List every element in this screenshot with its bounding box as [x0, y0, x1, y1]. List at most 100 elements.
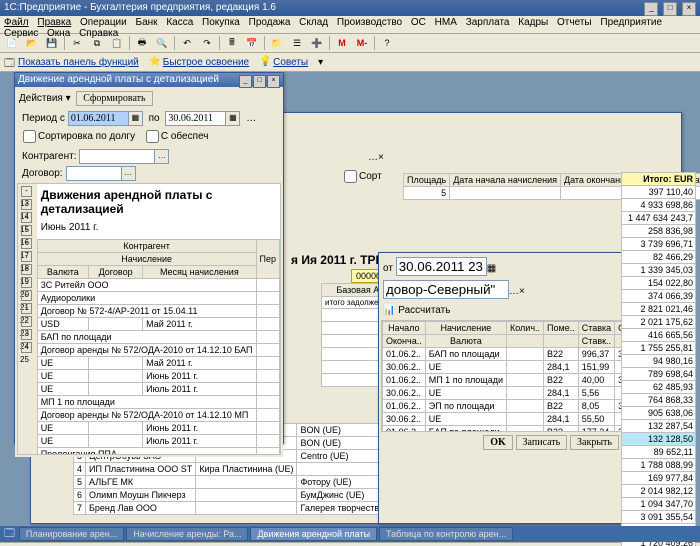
chevron-down-icon[interactable]: ▾ — [66, 93, 71, 104]
calc-row[interactable]: 30.06.2..UE284,15,56 — [383, 387, 623, 400]
calendar-icon[interactable]: 📅 — [243, 34, 261, 52]
report-row[interactable]: UEИюль 2011 г. — [37, 383, 279, 396]
tree-toggle-icon[interactable]: - — [21, 329, 32, 340]
menu-os[interactable]: ОС — [411, 17, 426, 28]
report-grid[interactable]: КонтрагентПер Начисление ВалютаДоговорМе… — [37, 239, 280, 455]
tree-toggle-icon[interactable]: - — [21, 199, 32, 210]
max-icon[interactable]: □ — [253, 75, 266, 88]
secured-checkbox[interactable] — [146, 130, 159, 143]
form-button[interactable]: Сформировать — [76, 91, 152, 106]
help-icon[interactable]: ? — [378, 34, 396, 52]
report-row[interactable]: 3С Ритейл ООО — [37, 279, 279, 292]
save-icon[interactable]: 💾 — [43, 34, 61, 52]
minimize-icon[interactable]: _ — [644, 2, 658, 16]
tree-toggle-icon[interactable]: - — [21, 316, 32, 327]
calc-row[interactable]: 01.06.2..МП 1 по площадиB2240,0030 — [383, 374, 623, 387]
list-icon[interactable]: ☰ — [288, 34, 306, 52]
period-from-input[interactable] — [68, 111, 129, 126]
tab-move[interactable]: Движения арендной платы — [250, 527, 377, 541]
menu-prod[interactable]: Производство — [337, 17, 402, 28]
find-icon[interactable]: 🔍 — [153, 34, 171, 52]
col-start[interactable]: Дата начала начисления — [450, 174, 561, 187]
report-row[interactable]: Договор аренды № 572/ОДА-2010 от 14.12.1… — [37, 344, 279, 357]
menu-sell[interactable]: Продажа — [249, 17, 291, 28]
clear-icon[interactable]: × — [519, 286, 525, 297]
tree-toggle-icon[interactable]: - — [21, 290, 32, 301]
report-row[interactable]: UEИюль 2011 г. — [37, 435, 279, 448]
copy-icon[interactable]: ⧉ — [88, 34, 106, 52]
date-picker-icon[interactable]: ▦ — [128, 111, 143, 126]
close-icon[interactable]: × — [267, 75, 280, 88]
show-panel-link[interactable]: Показать панель функций — [18, 57, 139, 68]
close-small-icon[interactable]: …× — [368, 152, 384, 163]
report-row[interactable]: UEМай 2011 г. — [37, 357, 279, 370]
menu-salary[interactable]: Зарплата — [466, 17, 510, 28]
dogovor-input[interactable] — [66, 166, 122, 181]
mm-icon[interactable]: М- — [353, 34, 371, 52]
print-icon[interactable]: 🖶 — [133, 34, 151, 52]
desktop-icon[interactable]: 🗔 — [4, 526, 15, 543]
report-row[interactable]: UEИюнь 2011 г. — [37, 370, 279, 383]
ok-button[interactable]: OK — [483, 435, 513, 450]
report-row[interactable]: Аудиоролики — [37, 292, 279, 305]
select-icon[interactable]: … — [121, 166, 136, 181]
tree-toggle-icon[interactable]: - — [21, 303, 32, 314]
tree-toggle-icon[interactable]: - — [21, 264, 32, 275]
contragent-input[interactable] — [79, 149, 155, 164]
report-row[interactable]: USDМай 2011 г. — [37, 318, 279, 331]
menu-bank[interactable]: Банк — [136, 17, 158, 28]
col-area[interactable]: Площадь — [404, 174, 450, 187]
quick-link[interactable]: Быстрое освоение — [163, 57, 249, 68]
report-row[interactable]: Договор аренды № 572/ОДА-2010 от 14.12.1… — [37, 409, 279, 422]
calc-row[interactable]: 30.06.2..UE284,155,50 — [383, 413, 623, 426]
calc-row[interactable]: 01.06.2..БАП по площадиB22996,3730 — [383, 348, 623, 361]
tips-dropdown-icon[interactable]: ▾ — [318, 57, 323, 68]
report-row[interactable]: Пролонгация ППА — [37, 448, 279, 456]
calc-row[interactable]: 01.06.2..ЭП по площадиB228,0530 — [383, 400, 623, 413]
open-icon[interactable]: 📂 — [23, 34, 41, 52]
select-icon[interactable]: … — [509, 286, 519, 297]
menubar[interactable]: Файл Правка Операции Банк Касса Покупка … — [0, 16, 700, 34]
calc-link[interactable]: Рассчитать — [398, 305, 450, 316]
tree-toggle-icon[interactable]: - — [21, 277, 32, 288]
menu-edit[interactable]: Правка — [37, 17, 71, 28]
tree-toggle-icon[interactable]: - — [21, 212, 32, 223]
period-select-icon[interactable]: … — [246, 113, 256, 124]
menu-buy[interactable]: Покупка — [202, 17, 240, 28]
report-row[interactable]: БАП по площади — [37, 331, 279, 344]
plus-icon[interactable]: ➕ — [308, 34, 326, 52]
min-icon[interactable]: _ — [239, 75, 252, 88]
new-icon[interactable]: 📄 — [3, 34, 21, 52]
redo-icon[interactable]: ↷ — [198, 34, 216, 52]
calc-date-input[interactable] — [396, 257, 487, 276]
tab-plan[interactable]: Планирование арен... — [19, 527, 124, 541]
report-row[interactable]: UEИюнь 2011 г. — [37, 422, 279, 435]
save-button[interactable]: Записать — [516, 435, 568, 450]
tree-toggle-icon[interactable]: - — [21, 186, 32, 197]
tree-toggle-icon[interactable]: - — [21, 238, 32, 249]
sort-debt-checkbox[interactable] — [23, 130, 36, 143]
tree-toggle-icon[interactable]: - — [21, 225, 32, 236]
menu-file[interactable]: Файл — [4, 17, 29, 28]
sort-check[interactable]: Сорт — [344, 170, 382, 183]
report-row[interactable]: МП 1 по площади — [37, 396, 279, 409]
menu-company[interactable]: Предприятие — [600, 17, 662, 28]
close-icon[interactable]: × — [682, 2, 696, 16]
date-picker-icon[interactable]: ▦ — [225, 111, 240, 126]
sever-input[interactable] — [383, 280, 509, 299]
undo-icon[interactable]: ↶ — [178, 34, 196, 52]
calc-row[interactable]: 30.06.2..UE284,1151,99 — [383, 361, 623, 374]
tab-nach[interactable]: Начисление аренды: Ра... — [126, 527, 248, 541]
menu-kassa[interactable]: Касса — [166, 17, 193, 28]
date-picker-icon[interactable]: ▦ — [487, 263, 496, 274]
folder-icon[interactable]: 📁 — [268, 34, 286, 52]
paste-icon[interactable]: 📋 — [108, 34, 126, 52]
tab-control[interactable]: Таблица по контролю арен... — [379, 527, 513, 541]
calc-icon[interactable]: 🖩 — [223, 34, 241, 52]
close-button[interactable]: Закрыть — [570, 435, 619, 450]
cut-icon[interactable]: ✂ — [68, 34, 86, 52]
menu-reports[interactable]: Отчеты — [557, 17, 592, 28]
tree-toggle-icon[interactable]: - — [21, 342, 32, 353]
menu-nma[interactable]: НМА — [435, 17, 457, 28]
actions-link[interactable]: Действия — [19, 93, 63, 104]
